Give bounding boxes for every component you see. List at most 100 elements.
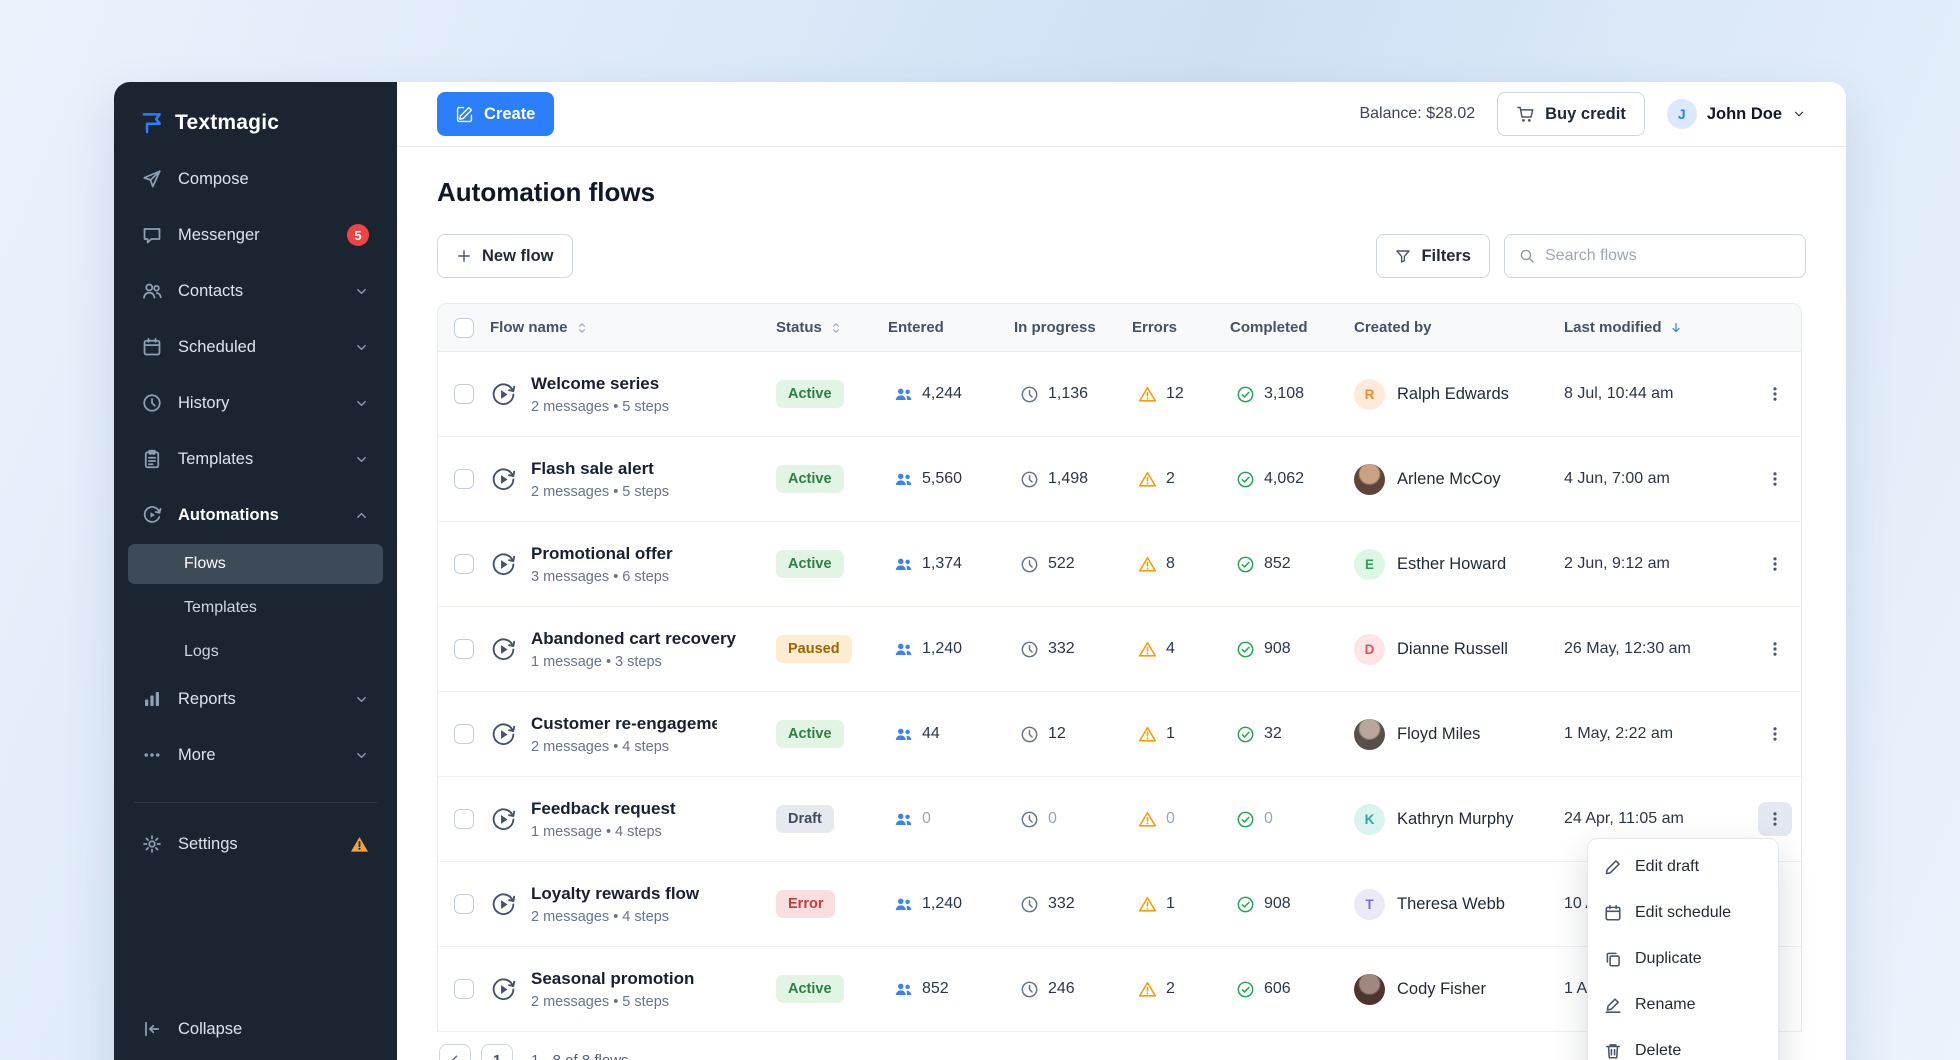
table-row: Promotional offer 3 messages • 6 steps Act… xyxy=(438,522,1801,607)
row-menu-button[interactable] xyxy=(1758,377,1792,411)
sidebar-item-history[interactable]: History xyxy=(128,380,383,426)
user-menu[interactable]: J John Doe xyxy=(1666,99,1806,129)
sidebar-item-messenger[interactable]: Messenger 5 xyxy=(128,212,383,258)
row-checkbox[interactable] xyxy=(454,979,474,999)
completed-value: 908 xyxy=(1264,895,1291,912)
sidebar-item-reports[interactable]: Reports xyxy=(128,676,383,722)
sidebar-subitem-templates[interactable]: Templates xyxy=(128,588,383,628)
prev-page-button[interactable] xyxy=(439,1044,471,1060)
rename-icon xyxy=(1604,996,1622,1014)
sidebar-item-scheduled[interactable]: Scheduled xyxy=(128,324,383,370)
header-created-by[interactable]: Created by xyxy=(1354,319,1564,336)
chevron-up-icon xyxy=(354,508,369,523)
completed-icon xyxy=(1236,810,1255,829)
row-menu-button[interactable] xyxy=(1758,632,1792,666)
header-in-progress[interactable]: In progress xyxy=(1014,319,1132,336)
entered-value: 1,240 xyxy=(922,895,963,912)
buy-credit-button[interactable]: Buy credit xyxy=(1497,92,1645,136)
row-checkbox[interactable] xyxy=(454,894,474,914)
row-checkbox[interactable] xyxy=(454,554,474,574)
brand-logo[interactable]: Textmagic xyxy=(128,108,383,138)
sidebar-item-settings[interactable]: Settings xyxy=(128,821,383,867)
status-badge: Active xyxy=(776,465,844,493)
row-checkbox[interactable] xyxy=(454,384,474,404)
last-modified: 4 Jun, 7:00 am xyxy=(1564,470,1670,487)
row-checkbox[interactable] xyxy=(454,724,474,744)
row-context-menu: Edit draft Edit schedule Duplicate Rename De… xyxy=(1587,838,1779,1060)
sidebar-item-more[interactable]: More xyxy=(128,732,383,778)
flow-name[interactable]: Abandoned cart recovery xyxy=(531,629,736,649)
current-page-button[interactable]: 1 xyxy=(481,1044,513,1060)
header-completed[interactable]: Completed xyxy=(1230,319,1354,336)
entered-value: 1,374 xyxy=(922,555,963,572)
completed-value: 4,062 xyxy=(1264,470,1305,487)
completed-icon xyxy=(1236,725,1255,744)
header-status[interactable]: Status xyxy=(776,319,888,336)
header-entered[interactable]: Entered xyxy=(888,319,1014,336)
flow-name[interactable]: Welcome series xyxy=(531,374,669,394)
trash-icon xyxy=(1604,1042,1622,1060)
sidebar-subitem-flows[interactable]: Flows xyxy=(128,544,383,584)
pencil-icon xyxy=(1604,858,1622,876)
flow-name[interactable]: Loyalty rewards flow xyxy=(531,884,699,904)
row-menu-button[interactable] xyxy=(1758,462,1792,496)
row-checkbox[interactable] xyxy=(454,809,474,829)
completed-value: 852 xyxy=(1264,555,1291,572)
create-button[interactable]: Create xyxy=(437,92,555,136)
in-progress-value: 0 xyxy=(1048,810,1057,827)
warning-icon xyxy=(350,835,369,854)
chevron-down-icon xyxy=(354,340,369,355)
flow-name[interactable]: Seasonal promotion xyxy=(531,969,694,989)
flow-name[interactable]: Flash sale alert xyxy=(531,459,669,479)
sidebar-subitem-logs[interactable]: Logs xyxy=(128,632,383,672)
row-menu-button[interactable] xyxy=(1758,717,1792,751)
errors-icon xyxy=(1138,810,1157,829)
row-menu-button[interactable] xyxy=(1757,802,1792,836)
select-all-checkbox[interactable] xyxy=(454,317,474,338)
kebab-icon xyxy=(1766,385,1784,403)
sidebar-item-compose[interactable]: Compose xyxy=(128,156,383,202)
in-progress-icon xyxy=(1020,980,1039,999)
menu-item-edit-draft[interactable]: Edit draft xyxy=(1588,844,1778,890)
header-last-modified[interactable]: Last modified xyxy=(1564,319,1746,336)
flow-meta: 2 messages • 5 steps xyxy=(531,398,670,415)
unread-badge: 5 xyxy=(347,224,369,246)
flow-name[interactable]: Feedback request xyxy=(531,799,676,819)
flow-name[interactable]: Promotional offer xyxy=(531,544,673,564)
errors-value: 1 xyxy=(1166,895,1175,912)
completed-icon xyxy=(1236,555,1255,574)
search-input[interactable] xyxy=(1545,247,1791,265)
flow-name[interactable]: Customer re-engagement xyxy=(531,714,717,734)
sidebar-collapse-button[interactable]: Collapse xyxy=(128,1006,383,1052)
kebab-icon xyxy=(1766,640,1784,658)
topbar-right: Balance: $28.02 Buy credit J John Doe xyxy=(1359,92,1806,136)
table-row: Customer re-engagement 2 messages • 4 ste… xyxy=(438,692,1801,777)
chevron-left-icon xyxy=(448,1053,462,1060)
row-checkbox[interactable] xyxy=(454,639,474,659)
create-button-label: Create xyxy=(484,104,536,123)
clipboard-icon xyxy=(142,449,162,469)
completed-value: 908 xyxy=(1264,640,1291,657)
menu-item-rename[interactable]: Rename xyxy=(1588,982,1778,1028)
header-errors[interactable]: Errors xyxy=(1132,319,1230,336)
sidebar-item-automations[interactable]: Automations xyxy=(128,492,383,538)
menu-item-duplicate[interactable]: Duplicate xyxy=(1588,936,1778,982)
flow-meta: 2 messages • 5 steps xyxy=(531,993,670,1010)
sidebar-item-contacts[interactable]: Contacts xyxy=(128,268,383,314)
sidebar-divider xyxy=(134,802,377,803)
calendar-icon xyxy=(1604,904,1622,922)
chat-icon xyxy=(142,225,162,245)
new-flow-button[interactable]: New flow xyxy=(437,234,573,278)
filters-button[interactable]: Filters xyxy=(1376,234,1490,278)
menu-item-edit-schedule[interactable]: Edit schedule xyxy=(1588,890,1778,936)
header-flow-name[interactable]: Flow name xyxy=(490,319,776,336)
sidebar-item-templates[interactable]: Templates xyxy=(128,436,383,482)
copy-icon xyxy=(1604,950,1622,968)
avatar: R xyxy=(1354,378,1385,410)
menu-item-delete[interactable]: Delete xyxy=(1588,1028,1778,1060)
last-modified: 24 Apr, 11:05 am xyxy=(1564,810,1684,827)
row-menu-button[interactable] xyxy=(1758,547,1792,581)
in-progress-value: 246 xyxy=(1048,980,1075,997)
row-checkbox[interactable] xyxy=(454,469,474,489)
